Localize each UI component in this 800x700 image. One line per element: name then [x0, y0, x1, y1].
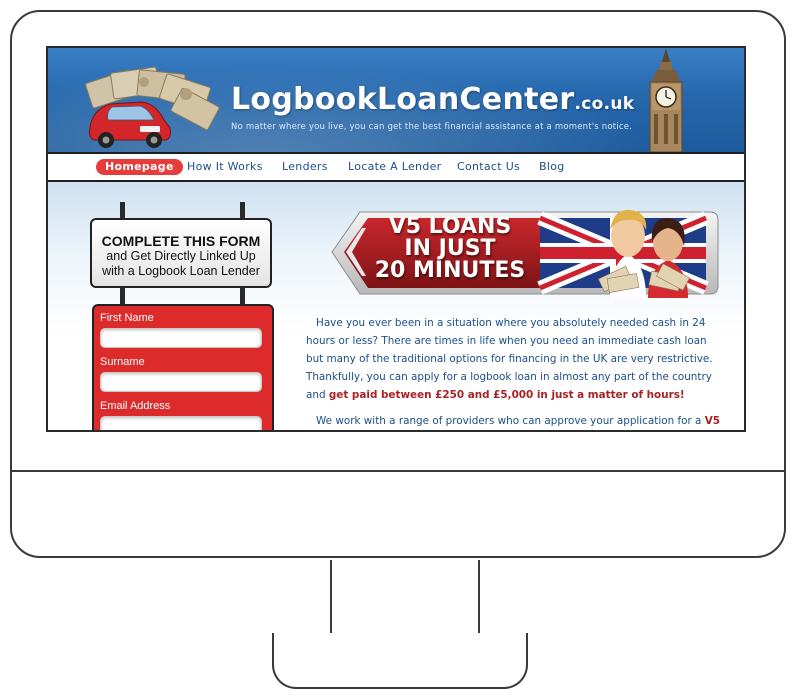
providers-text: We work with a range of providers who ca…: [316, 415, 705, 427]
nav-locate-a-lender[interactable]: Locate A Lender: [348, 159, 442, 175]
banner-line-2: IN JUST: [404, 236, 496, 261]
intro-paragraph: Have you ever been in a situation where …: [306, 314, 722, 404]
nav-contact-us[interactable]: Contact Us: [457, 159, 520, 175]
sign-post-left-bottom: [120, 286, 125, 306]
site-header: LogbookLoanCenter.co.uk No matter where …: [48, 48, 744, 152]
sign-line-2: with a Logbook Loan Lender: [102, 264, 260, 278]
email-label: Email Address: [100, 400, 171, 412]
v5-loans-banner[interactable]: V5 LOANS IN JUST 20 MINUTES: [310, 206, 720, 298]
monitor-stand-base: [272, 633, 528, 689]
intro-highlight: get paid between £250 and £5,000 in just…: [328, 389, 685, 401]
monitor-chin-divider: [10, 470, 786, 472]
nav-blog[interactable]: Blog: [539, 159, 565, 175]
banner-line-1: V5 LOANS: [388, 214, 512, 239]
main-navigation: Homepage How It Works Lenders Locate A L…: [48, 152, 744, 182]
site-tagline: No matter where you live, you can get th…: [231, 122, 633, 132]
surname-field[interactable]: [100, 372, 262, 392]
monitor-stand-neck: [330, 560, 480, 640]
nav-homepage[interactable]: Homepage: [96, 159, 183, 175]
surname-label: Surname: [100, 356, 145, 368]
banner-line-3: 20 MINUTES: [374, 258, 526, 283]
sign-post-right-bottom: [240, 286, 245, 306]
form-sign-board: COMPLETE THIS FORM and Get Directly Link…: [90, 218, 272, 288]
monitor-screen: LogbookLoanCenter.co.uk No matter where …: [46, 46, 746, 432]
big-ben-tower-image: [649, 48, 683, 152]
providers-paragraph: We work with a range of providers who ca…: [306, 412, 722, 430]
first-name-field[interactable]: [100, 328, 262, 348]
nav-lenders[interactable]: Lenders: [282, 159, 328, 175]
email-field[interactable]: [100, 416, 262, 430]
logo-tld-text: .co.uk: [574, 94, 635, 114]
lead-form: First Name Surname Email Address: [92, 304, 274, 430]
banner-headline: V5 LOANS IN JUST 20 MINUTES: [350, 216, 550, 282]
nav-how-it-works[interactable]: How It Works: [187, 159, 263, 175]
site-logo[interactable]: LogbookLoanCenter.co.uk: [231, 82, 634, 117]
red-car-image: [89, 101, 171, 148]
main-content: COMPLETE THIS FORM and Get Directly Link…: [48, 182, 744, 430]
logo-main-text: LogbookLoanCenter: [231, 82, 575, 117]
sign-line-1: and Get Directly Linked Up: [106, 249, 256, 263]
sign-title: COMPLETE THIS FORM: [101, 233, 261, 249]
first-name-label: First Name: [100, 312, 154, 324]
